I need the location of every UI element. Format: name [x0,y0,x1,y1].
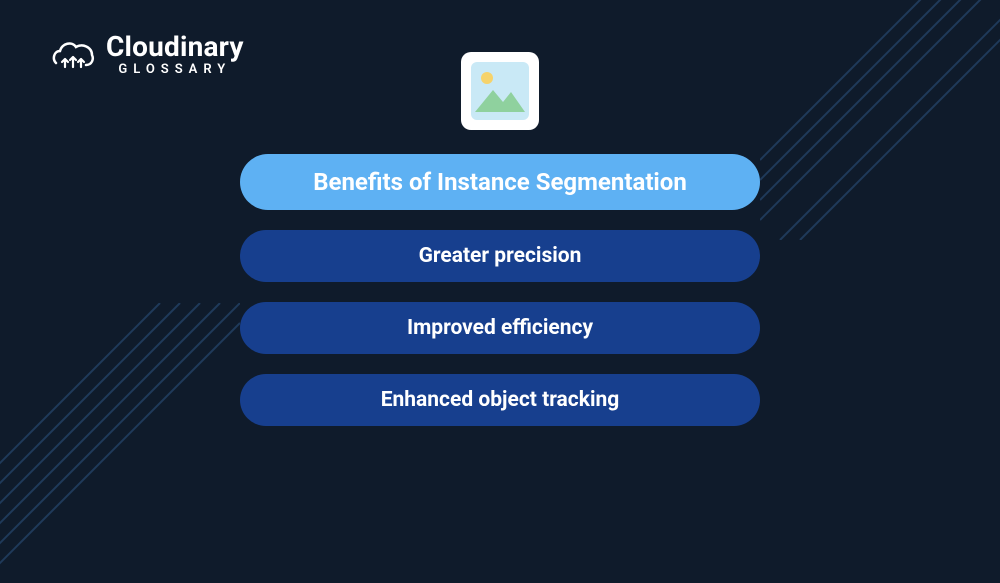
benefit-pill: Enhanced object tracking [240,374,760,426]
title-pill: Benefits of Instance Segmentation [240,154,760,210]
diagram-content: Benefits of Instance Segmentation Greate… [0,52,1000,446]
image-placeholder-icon [461,52,539,130]
benefit-text: Greater precision [419,244,582,268]
benefit-pill: Greater precision [240,230,760,282]
benefit-text: Enhanced object tracking [381,388,620,412]
benefit-pill: Improved efficiency [240,302,760,354]
title-text: Benefits of Instance Segmentation [313,168,687,196]
benefit-text: Improved efficiency [407,316,593,340]
